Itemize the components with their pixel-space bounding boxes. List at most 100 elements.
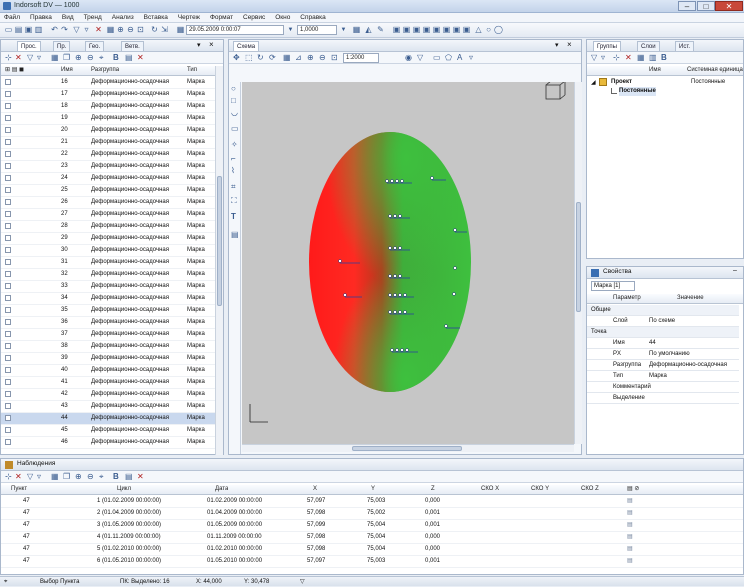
table-icon[interactable]: ▦ — [106, 25, 115, 35]
polygon-icon[interactable]: ⬠ — [445, 53, 452, 63]
col-x[interactable]: X — [313, 485, 317, 494]
obs-attach-icon[interactable]: ▤ — [627, 521, 633, 530]
table-icon[interactable]: ▦ — [637, 53, 645, 63]
row-checkbox[interactable] — [5, 235, 11, 241]
line-tool-icon[interactable]: ⌐ — [231, 154, 236, 163]
prop-type-value[interactable]: Марка — [649, 371, 737, 382]
clear-icon[interactable]: ✕ — [137, 472, 144, 482]
zoom-in-icon[interactable]: ⊕ — [116, 25, 125, 35]
table-row[interactable]: 22 Деформационно-осадочная Марка — [1, 149, 215, 161]
table-row[interactable]: 41 Деформационно-осадочная Марка — [1, 377, 215, 389]
row-checkbox[interactable] — [5, 79, 11, 85]
grid-icon[interactable]: ▤ — [125, 53, 133, 63]
table-row[interactable]: 37 Деформационно-осадочная Марка — [1, 329, 215, 341]
refresh-icon[interactable]: ↻ — [150, 25, 159, 35]
locate-icon[interactable]: ⌖ — [99, 53, 104, 63]
row-checkbox[interactable] — [5, 163, 11, 169]
prop-group-point[interactable]: Точка — [587, 327, 739, 338]
col-name[interactable]: Имя — [61, 66, 73, 75]
print-icon[interactable]: ▥ — [34, 25, 43, 35]
chart-icon[interactable]: ◭ — [364, 25, 373, 35]
bold-icon[interactable]: B — [113, 472, 119, 482]
row-checkbox[interactable] — [5, 403, 11, 409]
export-icon[interactable]: ⇲ — [160, 25, 169, 35]
table-row[interactable]: 27 Деформационно-осадочная Марка — [1, 209, 215, 221]
col-type[interactable]: Тип — [187, 66, 197, 75]
funnel-icon[interactable]: ▿ — [37, 53, 41, 63]
menu-edit[interactable]: Правка — [26, 13, 56, 23]
window4-icon[interactable]: ▣ — [422, 25, 431, 35]
col-group[interactable]: Разгруппа — [91, 66, 119, 75]
row-checkbox[interactable] — [5, 439, 11, 445]
funnel-icon[interactable]: ▿ — [82, 25, 91, 35]
table-icon[interactable]: ▦ — [51, 472, 59, 482]
filter-icon[interactable]: ▽ — [417, 53, 423, 63]
save-icon[interactable]: ▣ — [24, 25, 33, 35]
prop-name-value[interactable]: 44 — [649, 338, 737, 349]
properties-close-icon[interactable]: – — [733, 267, 737, 274]
row-checkbox[interactable] — [5, 271, 11, 277]
table-row[interactable]: 19 Деформационно-осадочная Марка — [1, 113, 215, 125]
redraw-icon[interactable]: ⟳ — [269, 53, 276, 63]
object-selector[interactable]: Марка [1] — [591, 281, 635, 291]
layers-icon[interactable]: ▦ — [283, 53, 291, 63]
table-row[interactable]: 44 Деформационно-осадочная Марка — [1, 413, 215, 425]
copy-icon[interactable]: ❐ — [63, 53, 70, 63]
col-group-name[interactable]: Имя — [649, 66, 661, 75]
window3-icon[interactable]: ▣ — [412, 25, 421, 35]
row-checkbox[interactable] — [5, 223, 11, 229]
tab-scheme[interactable]: Схема — [233, 41, 260, 51]
prop-layer[interactable]: Слой По схеме — [587, 316, 739, 327]
col-sko-z[interactable]: СКО Z — [581, 485, 599, 494]
table-row[interactable]: 28 Деформационно-осадочная Марка — [1, 221, 215, 233]
tab-branches[interactable]: Ветв. — [121, 41, 144, 51]
table-row[interactable]: 47 1 (01.02.2009 00:00:00) 01.02.2009 00:0… — [1, 496, 743, 508]
window5-icon[interactable]: ▣ — [432, 25, 441, 35]
bold-icon[interactable]: B — [113, 53, 119, 63]
info-icon[interactable]: ◉ — [405, 53, 412, 63]
menu-format[interactable]: Формат — [206, 13, 237, 23]
refresh-icon[interactable]: ↻ — [257, 53, 264, 63]
col-sys-unit[interactable]: Системная единица — [687, 66, 743, 75]
undo-icon[interactable]: ↶ — [50, 25, 59, 35]
arc-tool-icon[interactable]: ◡ — [231, 108, 238, 117]
row-checkbox[interactable] — [5, 379, 11, 385]
table-row[interactable]: 23 Деформационно-осадочная Марка — [1, 161, 215, 173]
minimize-button[interactable]: – — [678, 1, 696, 11]
table-row[interactable]: 17 Деформационно-осадочная Марка — [1, 89, 215, 101]
col-date[interactable]: Дата — [215, 485, 228, 494]
prop-name[interactable]: Имя 44 — [587, 338, 739, 349]
menu-trend[interactable]: Тренд — [80, 13, 106, 23]
circle-icon[interactable]: ○ — [484, 25, 493, 35]
funnel-icon[interactable]: ▿ — [601, 53, 605, 63]
tab-sources[interactable]: Ист. — [675, 41, 695, 51]
zoom-window-icon[interactable]: ⊡ — [331, 53, 338, 63]
triangle-icon[interactable]: △ — [474, 25, 483, 35]
col-sko-y[interactable]: СКО Y — [531, 485, 549, 494]
filter-icon[interactable]: ▽ — [27, 53, 33, 63]
filter-icon[interactable]: ▽ — [72, 25, 81, 35]
filter-icon[interactable]: ▽ — [27, 472, 33, 482]
funnel-icon[interactable]: ▿ — [37, 472, 41, 482]
menu-analysis[interactable]: Анализ — [108, 13, 138, 23]
panel-menu-icon[interactable]: ▾ — [555, 41, 559, 49]
col-sko-x[interactable]: СКО X — [481, 485, 499, 494]
row-checkbox[interactable] — [5, 115, 11, 121]
row-checkbox[interactable] — [5, 367, 11, 373]
table-row[interactable]: 25 Деформационно-осадочная Марка — [1, 185, 215, 197]
tab-pr[interactable]: Пр. — [53, 41, 71, 51]
node-tool-icon[interactable]: ✧ — [231, 140, 238, 149]
prop-group-general[interactable]: Общие — [587, 305, 739, 316]
row-checkbox[interactable] — [5, 283, 11, 289]
table-row[interactable]: 24 Деформационно-осадочная Марка — [1, 173, 215, 185]
map-vscroll[interactable] — [574, 82, 582, 444]
row-checkbox[interactable] — [5, 91, 11, 97]
table-row[interactable]: 47 6 (01.05.2010 00:00:00) 01.05.2010 00:0… — [1, 556, 743, 568]
table-row[interactable]: 42 Деформационно-осадочная Марка — [1, 389, 215, 401]
table-row[interactable]: 40 Деформационно-осадочная Марка — [1, 365, 215, 377]
row-checkbox[interactable] — [5, 175, 11, 181]
select-icon[interactable]: ⬚ — [245, 53, 253, 63]
chart-icon[interactable]: ▥ — [649, 53, 657, 63]
zoom-out-icon[interactable]: ⊖ — [126, 25, 135, 35]
menu-file[interactable]: Файл — [0, 13, 24, 23]
